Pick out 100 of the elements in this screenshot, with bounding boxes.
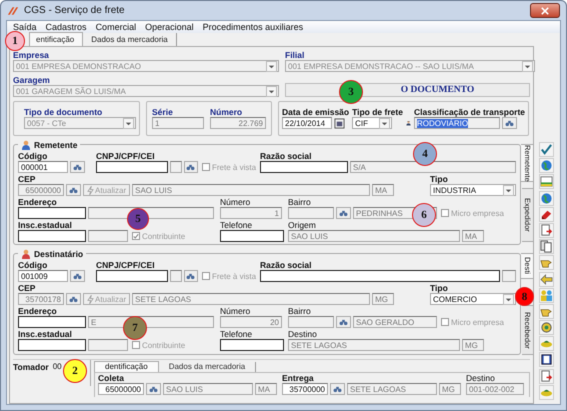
globe-icon[interactable]: [538, 190, 554, 206]
lookup-button[interactable]: [146, 383, 161, 395]
text-field[interactable]: SAO LUIS: [132, 184, 370, 196]
update-button[interactable]: Atualizar: [83, 184, 130, 196]
input-field[interactable]: [88, 230, 128, 242]
input-field[interactable]: [88, 339, 128, 351]
lookup-button[interactable]: [336, 316, 351, 328]
field-label: CEP: [18, 283, 36, 293]
tab[interactable]: Dados da mercadoria: [158, 362, 256, 372]
text-field[interactable]: SETE LAGOAS: [347, 383, 437, 395]
close-button[interactable]: [530, 3, 560, 18]
checkbox[interactable]: [132, 232, 140, 240]
input-field[interactable]: [18, 207, 86, 219]
lookup-button[interactable]: [184, 161, 198, 173]
input-field[interactable]: [260, 161, 348, 173]
dropdown[interactable]: CIF: [352, 117, 392, 129]
input-field[interactable]: [170, 270, 182, 282]
text-field[interactable]: 20: [220, 316, 282, 328]
input-field[interactable]: [18, 339, 86, 351]
update-button[interactable]: Atualizar: [83, 293, 130, 305]
hand-icon[interactable]: [538, 304, 554, 319]
lookup-button[interactable]: [336, 207, 351, 219]
dropdown[interactable]: COMERCIO: [430, 293, 516, 305]
input-field[interactable]: [260, 270, 500, 282]
tab[interactable]: Dados da mercadoria: [83, 33, 177, 46]
text-field[interactable]: MG: [372, 293, 394, 305]
text-field[interactable]: SAO LUIS: [163, 383, 253, 395]
text-field[interactable]: SAO LUIS: [288, 230, 460, 242]
text-field[interactable]: 22/10/2014: [282, 117, 332, 129]
doc-icon[interactable]: [538, 368, 554, 384]
eraser-icon[interactable]: [538, 206, 554, 222]
gear-icon[interactable]: [538, 320, 554, 336]
text-field[interactable]: 1: [220, 207, 282, 219]
globe-icon[interactable]: [538, 158, 554, 174]
checkbox[interactable]: [441, 209, 449, 217]
text-field[interactable]: 001009: [18, 270, 68, 282]
checkbox[interactable]: [132, 341, 140, 349]
input-field[interactable]: [96, 161, 168, 173]
text-field[interactable]: MA: [255, 383, 277, 395]
text-field[interactable]: 000001: [18, 161, 68, 173]
input-field[interactable]: [96, 270, 168, 282]
input-field[interactable]: [18, 316, 86, 328]
lookup-button[interactable]: [70, 161, 85, 173]
lookup-button[interactable]: [502, 117, 517, 129]
dropdown[interactable]: 001 EMPRESA DEMONSTRACAO -- SAO LUIS/MA: [285, 60, 535, 72]
input-field[interactable]: [288, 207, 334, 219]
lookup-button[interactable]: [66, 184, 81, 196]
lightning-icon: [87, 186, 94, 194]
tab[interactable]: entificação: [29, 32, 84, 46]
arrow-icon[interactable]: [538, 272, 554, 286]
text-field[interactable]: 22.769: [210, 117, 266, 129]
field-label: Telefone: [220, 220, 252, 230]
doc-icon[interactable]: [538, 222, 554, 238]
text-field[interactable]: 001-002-002: [466, 383, 524, 395]
menu-item[interactable]: Saída: [13, 22, 37, 32]
text-field[interactable]: 1: [152, 117, 204, 129]
input-field[interactable]: [220, 339, 284, 351]
book-icon[interactable]: [538, 352, 554, 368]
text-field[interactable]: RODOVIÁRIO: [414, 117, 500, 129]
lookup-button[interactable]: [330, 383, 345, 395]
menu-item[interactable]: Comercial: [96, 22, 136, 32]
menu-item[interactable]: Procedimentos auxiliares: [202, 22, 304, 32]
checkbox[interactable]: [202, 163, 210, 171]
caret-icon: [123, 118, 134, 128]
text-field[interactable]: SETE LAGOAS: [288, 339, 460, 351]
text-field[interactable]: S/A: [350, 161, 516, 173]
lookup-button[interactable]: [66, 293, 81, 305]
input-field[interactable]: [220, 230, 284, 242]
text-field[interactable]: SETE LAGOAS: [132, 293, 370, 305]
lookup-button[interactable]: [70, 270, 85, 282]
dropdown[interactable]: INDUSTRIA: [430, 184, 516, 196]
text-field[interactable]: MA: [372, 184, 394, 196]
input-field[interactable]: [170, 161, 182, 173]
dropdown[interactable]: 0057 - CTe: [24, 117, 136, 129]
dropdown[interactable]: 001 EMPRESA DEMONSTRACAO: [13, 60, 279, 72]
docs-icon[interactable]: [538, 239, 554, 254]
lookup-button[interactable]: [184, 270, 198, 282]
checkbox[interactable]: [202, 272, 210, 280]
tab[interactable]: dentificação: [94, 361, 159, 372]
text-field[interactable]: 35700000: [282, 383, 328, 395]
text-field[interactable]: SAO GERALDO: [353, 316, 437, 328]
menu-item[interactable]: Operacional: [145, 22, 194, 32]
text-field[interactable]: MG: [462, 339, 484, 351]
text-field[interactable]: 35700178: [18, 293, 64, 305]
text-field[interactable]: MG: [439, 383, 461, 395]
dropdown[interactable]: 001 GARAGEM SÃO LUIS/MA: [13, 85, 279, 97]
text-field[interactable]: 00: [52, 362, 62, 371]
text-field[interactable]: 65000000: [98, 383, 144, 395]
checkbox[interactable]: [441, 318, 449, 326]
menu-item[interactable]: Cadastros: [46, 22, 87, 32]
text-field[interactable]: 65000000: [18, 184, 64, 196]
input-field[interactable]: [18, 230, 86, 242]
card-icon[interactable]: [538, 174, 554, 190]
field-label: CNPJ/CPF/CEI: [96, 151, 155, 161]
calendar-icon[interactable]: [334, 118, 345, 128]
hand-icon[interactable]: [538, 255, 554, 270]
check-icon[interactable]: [538, 142, 554, 157]
text-field[interactable]: MA: [462, 230, 484, 242]
input-field[interactable]: [288, 316, 334, 328]
input-field[interactable]: [502, 270, 516, 282]
